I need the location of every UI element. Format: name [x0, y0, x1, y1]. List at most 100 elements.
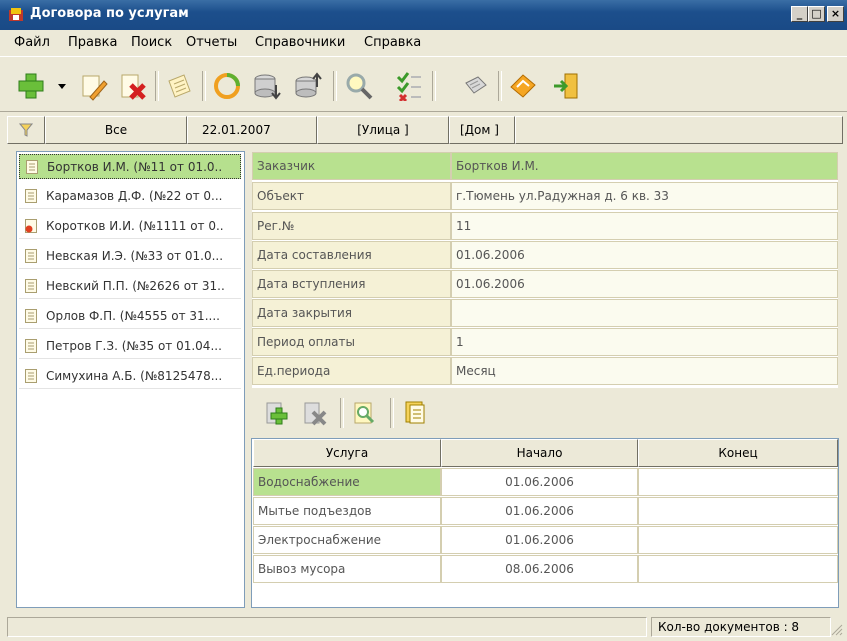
add-service-icon[interactable]: [264, 400, 290, 426]
list-item-label: Бортков И.М. (№11 от 01.0..: [47, 160, 223, 174]
start-cell[interactable]: 08.06.2006: [441, 555, 638, 583]
table-row[interactable]: Вывоз мусора 08.06.2006: [253, 555, 838, 584]
table-row[interactable]: Электроснабжение 01.06.2006: [253, 526, 838, 555]
document-count: Кол-во документов : 8: [651, 617, 831, 637]
detail-value[interactable]: 11: [451, 212, 838, 240]
document-icon: [25, 279, 37, 293]
end-cell[interactable]: [638, 468, 838, 496]
end-cell[interactable]: [638, 526, 838, 554]
detail-row-payment-period[interactable]: Период оплаты 1: [252, 328, 838, 357]
toolbar-separator: [390, 398, 394, 428]
service-cell[interactable]: Электроснабжение: [253, 526, 441, 554]
book-icon[interactable]: [507, 71, 537, 101]
filter-house[interactable]: [Дом ]: [449, 116, 515, 144]
detail-row-object[interactable]: Объект г.Тюмень ул.Радужная д. 6 кв. 33: [252, 182, 838, 211]
detail-row-reg-number[interactable]: Рег.№ 11: [252, 212, 838, 241]
print-icon[interactable]: [460, 71, 490, 101]
detail-row-period-unit[interactable]: Ед.периода Месяц: [252, 357, 838, 386]
table-row[interactable]: Водоснабжение 01.06.2006: [253, 468, 838, 497]
maximize-button[interactable]: □: [808, 6, 825, 22]
detail-value[interactable]: 01.06.2006: [451, 270, 838, 298]
service-cell[interactable]: Водоснабжение: [253, 468, 441, 496]
service-cell[interactable]: Вывоз мусора: [253, 555, 441, 583]
search-icon[interactable]: [344, 71, 374, 101]
list-item[interactable]: Бортков И.М. (№11 от 01.0..: [19, 154, 241, 179]
menu-reports[interactable]: Отчеты: [186, 35, 237, 50]
toolbar-separator: [155, 71, 159, 101]
filter-date[interactable]: 22.01.2007: [187, 116, 317, 144]
list-item[interactable]: Симухина А.Б. (№8125478...: [19, 364, 241, 389]
close-button[interactable]: ×: [827, 6, 844, 22]
end-cell[interactable]: [638, 555, 838, 583]
table-row[interactable]: Мытье подъездов 01.06.2006: [253, 497, 838, 526]
detail-row-customer[interactable]: Заказчик Бортков И.М.: [252, 152, 838, 181]
menu-edit[interactable]: Правка: [68, 35, 117, 50]
minimize-button[interactable]: _: [791, 6, 808, 22]
filter-all[interactable]: Все: [45, 116, 187, 144]
end-cell[interactable]: [638, 497, 838, 525]
detail-label: Ед.периода: [252, 357, 451, 385]
menu-bar: Файл Правка Поиск Отчеты Справочники Спр…: [0, 30, 847, 54]
edit-icon[interactable]: [78, 71, 108, 101]
column-header-service[interactable]: Услуга: [253, 439, 441, 467]
view-service-icon[interactable]: [352, 400, 378, 426]
filter-street[interactable]: [Улица ]: [317, 116, 449, 144]
detail-value[interactable]: Месяц: [451, 357, 838, 385]
document-closed-icon: [25, 219, 37, 233]
list-item[interactable]: Петров Г.З. (№35 от 01.04...: [19, 334, 241, 359]
filter-bar: Все 22.01.2007 [Улица ] [Дом ]: [7, 116, 843, 144]
list-item-label: Орлов Ф.П. (№4555 от 31....: [46, 309, 220, 323]
list-item-label: Карамазов Д.Ф. (№22 от 0...: [46, 189, 223, 203]
detail-label: Дата закрытия: [252, 299, 451, 327]
menu-file[interactable]: Файл: [14, 35, 50, 50]
menu-directories[interactable]: Справочники: [255, 35, 345, 50]
start-cell[interactable]: 01.06.2006: [441, 497, 638, 525]
add-icon[interactable]: [16, 71, 46, 101]
column-header-end[interactable]: Конец: [638, 439, 838, 467]
database-export-icon[interactable]: [293, 71, 323, 101]
menu-search[interactable]: Поиск: [131, 35, 172, 50]
start-cell[interactable]: 01.06.2006: [441, 468, 638, 496]
service-cell[interactable]: Мытье подъездов: [253, 497, 441, 525]
title-bar: Договора по услугам _ □ ×: [0, 0, 847, 30]
database-import-icon[interactable]: [252, 71, 282, 101]
delete-service-icon[interactable]: [302, 400, 328, 426]
detail-row-close-date[interactable]: Дата закрытия: [252, 299, 838, 328]
toolbar-separator: [202, 71, 206, 101]
filter-button[interactable]: [7, 116, 45, 144]
list-item[interactable]: Невская И.Э. (№33 от 01.0...: [19, 244, 241, 269]
document-icon: [26, 160, 38, 174]
detail-value[interactable]: Бортков И.М.: [451, 152, 838, 180]
toolbar-separator: [432, 71, 436, 101]
detail-value[interactable]: [451, 299, 838, 327]
list-item[interactable]: Коротков И.И. (№1111 от 0..: [19, 214, 241, 239]
document-icon: [25, 369, 37, 383]
filter-list-icon[interactable]: [394, 71, 424, 101]
detail-label: Дата вступления: [252, 270, 451, 298]
status-bar: Кол-во документов : 8: [7, 614, 843, 638]
status-panel-empty: [7, 617, 647, 637]
menu-help[interactable]: Справка: [364, 35, 421, 50]
service-document-icon[interactable]: [402, 400, 428, 426]
exit-icon[interactable]: [551, 71, 581, 101]
detail-value[interactable]: 1: [451, 328, 838, 356]
start-cell[interactable]: 01.06.2006: [441, 526, 638, 554]
list-item[interactable]: Карамазов Д.Ф. (№22 от 0...: [19, 184, 241, 209]
services-toolbar: [252, 392, 838, 432]
detail-label: Период оплаты: [252, 328, 451, 356]
list-item[interactable]: Орлов Ф.П. (№4555 от 31....: [19, 304, 241, 329]
detail-value[interactable]: г.Тюмень ул.Радужная д. 6 кв. 33: [451, 182, 838, 210]
column-header-start[interactable]: Начало: [441, 439, 638, 467]
toolbar: [0, 56, 847, 112]
delete-icon[interactable]: [117, 71, 147, 101]
detail-row-start-date[interactable]: Дата вступления 01.06.2006: [252, 270, 838, 299]
funnel-icon: [18, 123, 34, 137]
list-item[interactable]: Невский П.П. (№2626 от 31..: [19, 274, 241, 299]
dropdown-arrow-icon[interactable]: [56, 71, 68, 101]
detail-value[interactable]: 01.06.2006: [451, 241, 838, 269]
document-icon: [25, 339, 37, 353]
detail-row-created-date[interactable]: Дата составления 01.06.2006: [252, 241, 838, 270]
resize-grip-icon[interactable]: [831, 622, 843, 636]
refresh-icon[interactable]: [212, 71, 242, 101]
document-icon[interactable]: [164, 71, 194, 101]
